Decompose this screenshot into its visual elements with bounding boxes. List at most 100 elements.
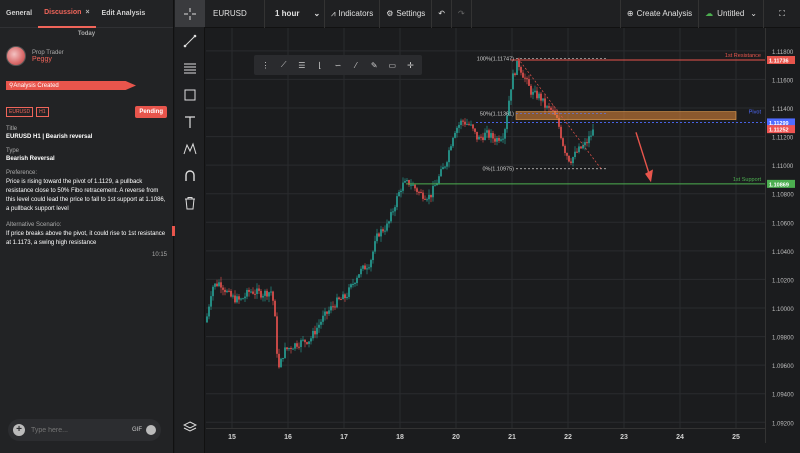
candle-body: [452, 137, 454, 147]
title-value: EURUSD H1 | Bearish reversal: [6, 134, 93, 140]
status-badge[interactable]: Pending: [135, 106, 167, 118]
discussion-panel: General Discussion × Edit Analysis Today …: [0, 0, 174, 453]
candle-body: [456, 127, 458, 133]
price-axis[interactable]: 1.11800 1.11600 1.11400 1.11200 1.11000 1.108…: [765, 28, 800, 443]
text-icon: [185, 115, 195, 128]
chart-canvas[interactable]: 1st Resistance 1st Support Pivot 100%(1.117…: [206, 28, 793, 428]
brush-icon[interactable]: ✎: [367, 58, 382, 72]
fib-ext-icon[interactable]: ⌊: [312, 58, 327, 72]
magnet-tool[interactable]: [175, 162, 205, 189]
candle-body: [240, 298, 242, 300]
add-attachment-icon[interactable]: +: [13, 424, 25, 436]
author-role: Prop Trader: [32, 49, 64, 56]
candle-body: [208, 306, 210, 317]
crosshair-icon[interactable]: ✛: [403, 58, 418, 72]
rectangle-tool[interactable]: [175, 81, 205, 108]
emoji-icon[interactable]: [146, 425, 156, 435]
candle-body: [318, 324, 320, 328]
avatar[interactable]: [6, 46, 26, 66]
candle-body: [390, 212, 392, 222]
fullscreen-button[interactable]: ⛶: [764, 0, 800, 28]
timeframe-selector[interactable]: 1 hour ⌄: [265, 0, 325, 28]
candle-body: [360, 268, 362, 275]
event-label: ⚲Analysis Created: [9, 82, 59, 89]
bottom-strip: [206, 443, 800, 453]
candle-body: [564, 145, 566, 153]
candle-body: [332, 306, 334, 308]
ray-icon[interactable]: ∽: [330, 58, 345, 72]
settings-button[interactable]: ⚙ Settings: [380, 0, 433, 28]
candle-body: [550, 107, 552, 110]
price-tick-label: 1.10800: [772, 193, 794, 199]
trash-icon: [185, 196, 195, 209]
time-axis-canvas: 1516171820212223242526: [228, 434, 796, 441]
fib-tool[interactable]: [175, 54, 205, 81]
time-tick-label: 20: [452, 434, 460, 441]
candle-body: [468, 123, 470, 125]
tab-edit-analysis[interactable]: Edit Analysis: [96, 0, 152, 28]
candle-body: [542, 98, 544, 101]
candle-body: [418, 191, 420, 193]
select-rect-icon[interactable]: ▭: [385, 58, 400, 72]
fib-icon[interactable]: ☰: [294, 58, 309, 72]
chart-toolbar: EURUSD 1 hour ⌄ ⩘ Indicators ⚙ Settings ↶ ↷…: [205, 0, 800, 28]
gif-button[interactable]: GIF: [132, 427, 142, 433]
candle-body: [382, 229, 384, 232]
message-composer: + GIF: [8, 419, 161, 441]
price-chart[interactable]: 1st Resistance 1st Support Pivot 100%(1.117…: [206, 28, 793, 443]
undo-icon: ↶: [438, 9, 445, 18]
forecast-arrow: [635, 132, 651, 177]
time-tick-label: 25: [732, 434, 740, 441]
trendline-tool[interactable]: [175, 27, 205, 54]
create-analysis-button[interactable]: ⊕ Create Analysis: [619, 0, 700, 28]
indicators-button[interactable]: ⩘ Indicators: [325, 0, 381, 28]
candle-body: [528, 79, 530, 86]
candle-body: [246, 289, 248, 297]
layout-selector[interactable]: ☁ Untitled ⌄: [699, 0, 764, 28]
candle-body: [406, 180, 408, 182]
candle-body: [426, 199, 428, 201]
line-icon[interactable]: ⁄: [349, 58, 364, 72]
price-tick-label: 1.11600: [772, 78, 794, 84]
candle-body: [328, 310, 330, 314]
title-field: Title EURUSD H1 | Bearish reversal: [0, 126, 173, 140]
candle-body: [434, 185, 436, 187]
price-tick-label: 1.10600: [772, 221, 794, 227]
symbol-label: EURUSD: [213, 9, 247, 18]
time-axis[interactable]: 1516171820212223242526: [206, 428, 796, 443]
undo-button[interactable]: ↶: [432, 0, 452, 28]
fullscreen-icon: ⛶: [779, 8, 785, 18]
candle-body: [252, 291, 254, 294]
panel-tabs: General Discussion × Edit Analysis: [0, 0, 173, 28]
close-icon[interactable]: ×: [85, 9, 89, 16]
price-tick-label: 1.09400: [772, 393, 794, 399]
candle-body: [234, 295, 236, 303]
tab-discussion[interactable]: Discussion ×: [38, 0, 96, 28]
candle-body: [464, 121, 466, 125]
candle-body: [324, 311, 326, 316]
layers-icon: [183, 420, 197, 432]
text-tool[interactable]: [175, 108, 205, 135]
redo-button[interactable]: ↷: [452, 0, 472, 28]
crosshair-tool[interactable]: [175, 0, 205, 27]
price-tick-label: 1.09600: [772, 364, 794, 370]
candle-body: [488, 130, 490, 138]
candle-body: [396, 196, 398, 208]
candle-body: [430, 194, 432, 198]
author-name[interactable]: Peggy: [32, 56, 64, 63]
candle-body: [454, 132, 456, 138]
pattern-tool[interactable]: [175, 135, 205, 162]
tab-general[interactable]: General: [0, 0, 38, 28]
pivot-zone: [515, 111, 737, 120]
symbol-selector[interactable]: EURUSD: [205, 0, 265, 28]
fib-label: 50%(1.11361): [480, 112, 514, 118]
candle-body: [394, 207, 396, 212]
trendline-icon[interactable]: ⟋: [276, 58, 291, 72]
candle-body: [228, 290, 230, 292]
delete-tool[interactable]: [175, 189, 205, 216]
message-input[interactable]: [31, 426, 111, 434]
candle-body: [302, 339, 304, 341]
drag-handle-icon[interactable]: ⋮: [258, 58, 273, 72]
candle-body: [352, 283, 354, 285]
layers-tool[interactable]: [175, 413, 205, 440]
